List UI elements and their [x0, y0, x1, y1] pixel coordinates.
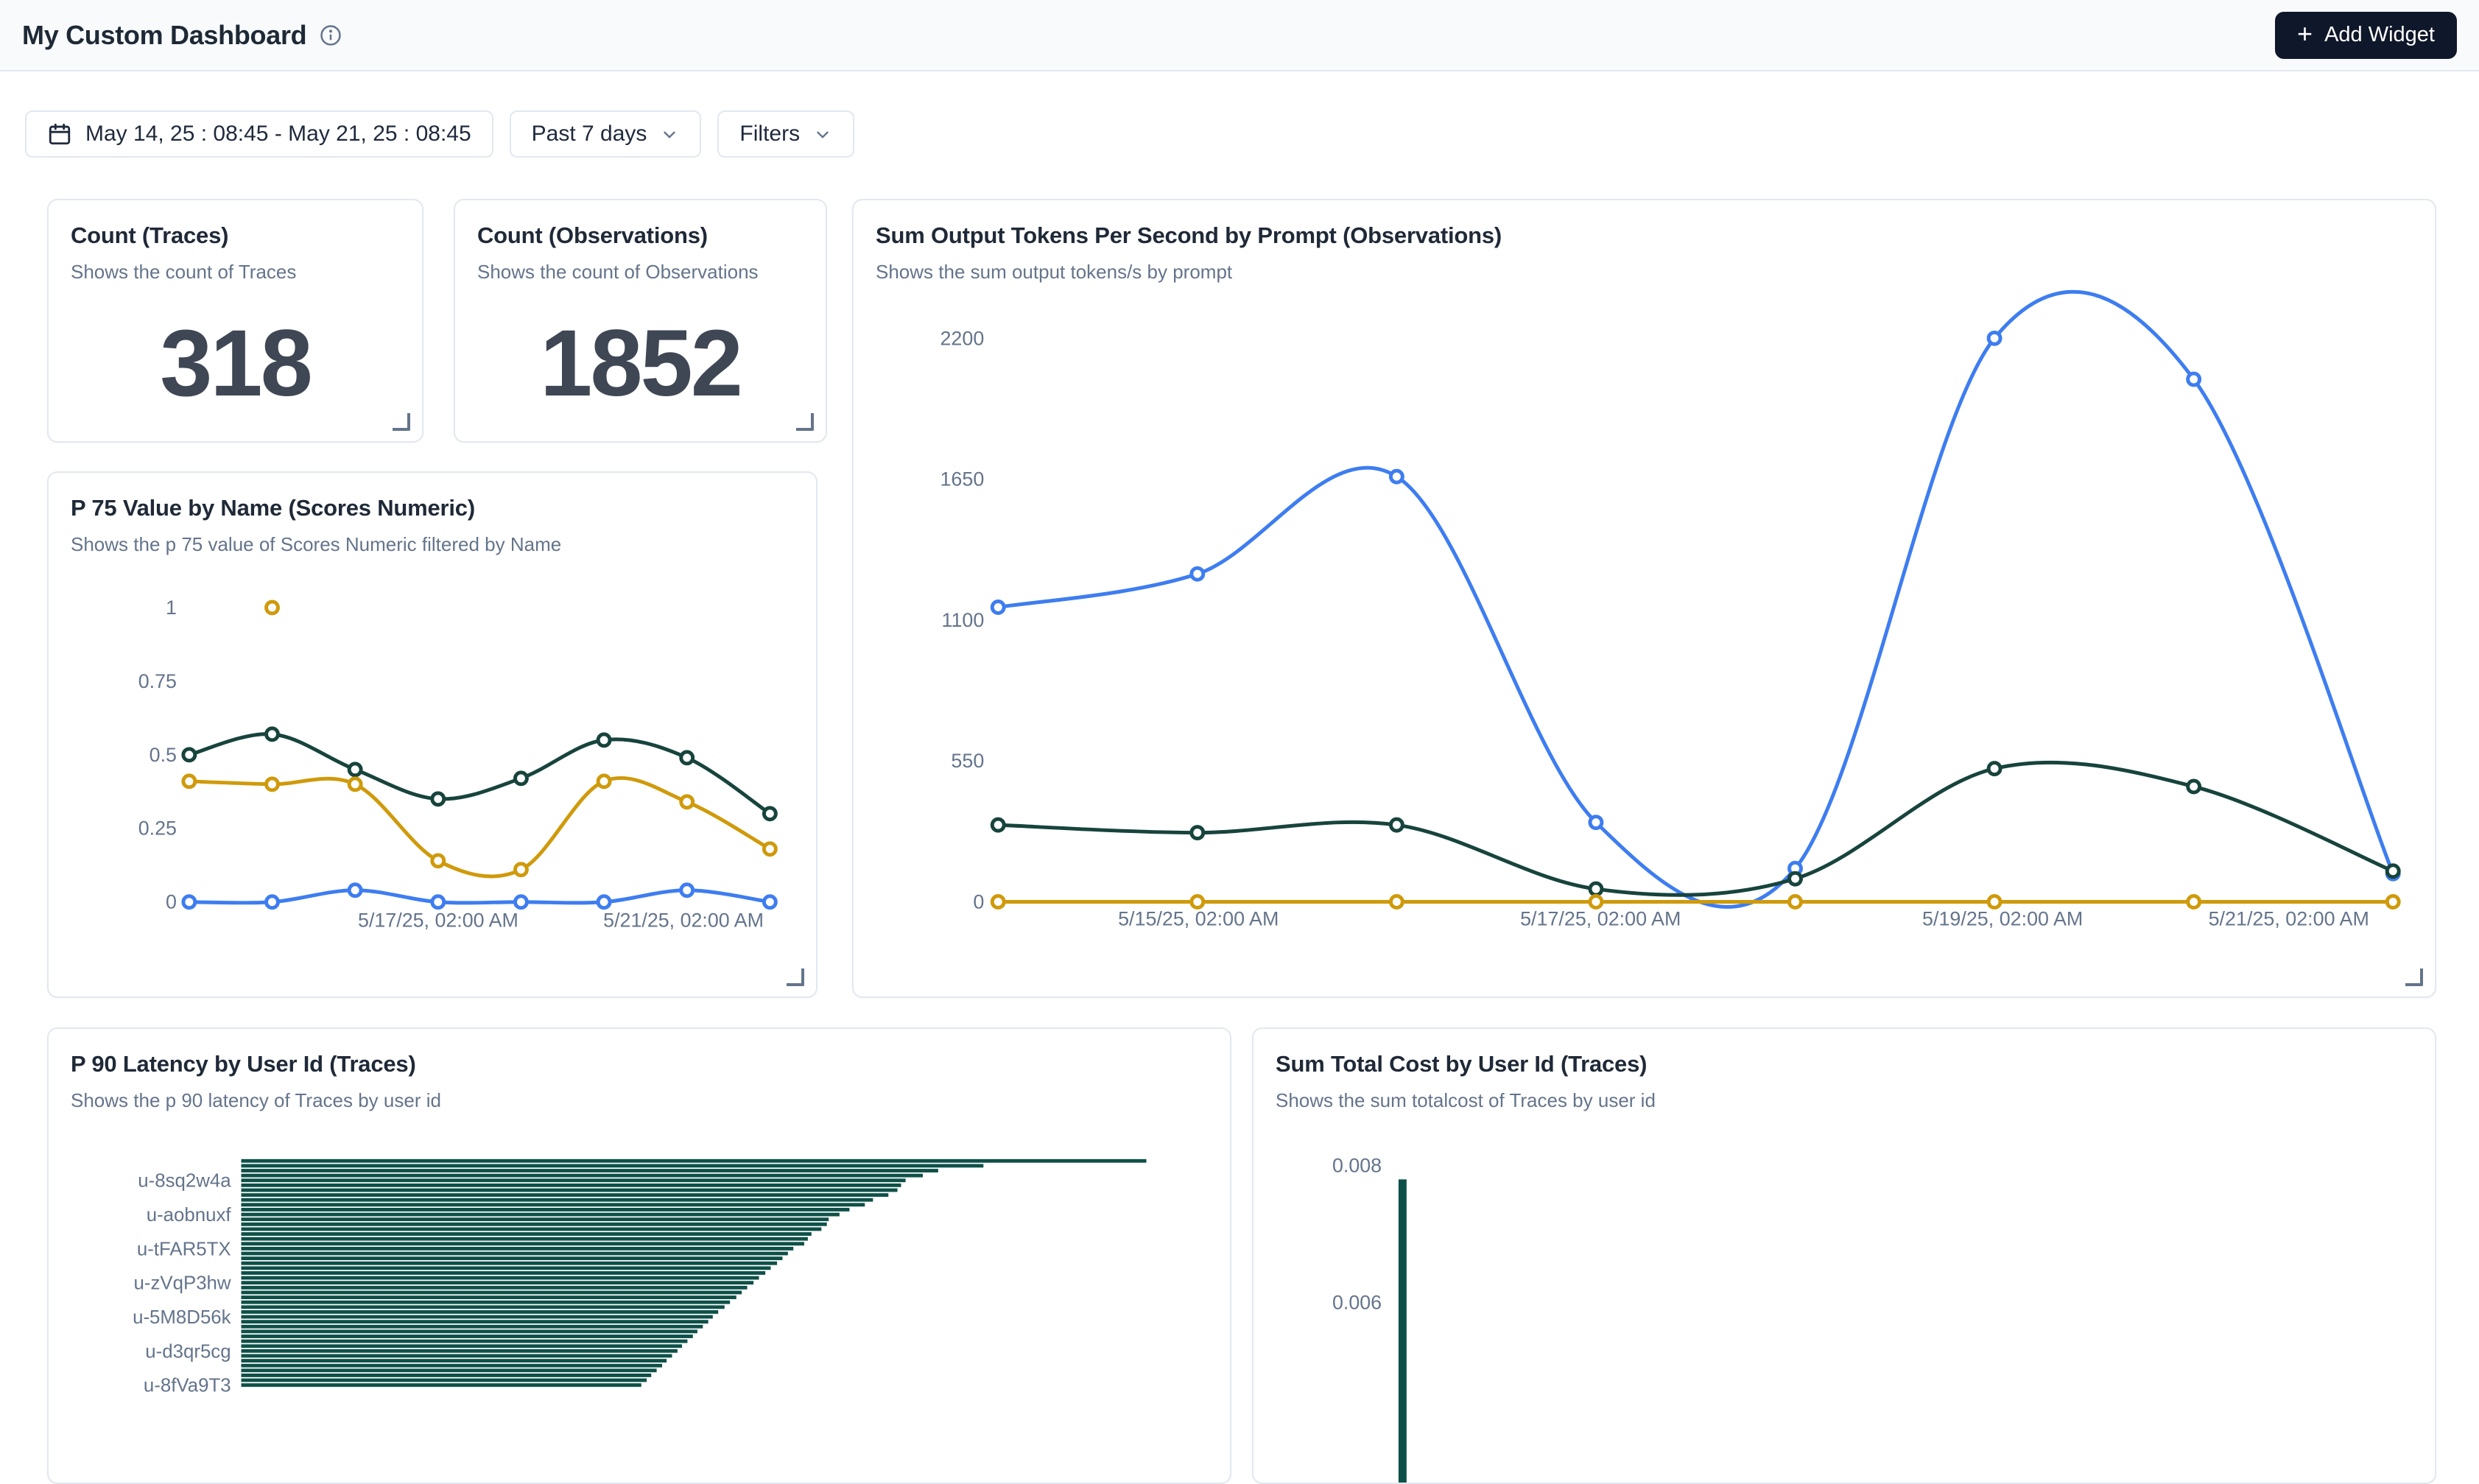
- widget-p90-chart: P 90 Latency by User Id (Traces) Shows t…: [47, 1027, 1231, 1484]
- count-traces-value: 318: [160, 309, 311, 418]
- widget-tokens-chart: Sum Output Tokens Per Second by Prompt (…: [852, 199, 2436, 998]
- svg-text:5/21/25, 02:00 AM: 5/21/25, 02:00 AM: [603, 910, 764, 932]
- widget-subtitle: Shows the p 75 value of Scores Numeric f…: [71, 533, 794, 556]
- date-range-value: May 14, 25 : 08:45 - May 21, 25 : 08:45: [85, 122, 471, 147]
- add-widget-label: Add Widget: [2324, 23, 2435, 47]
- widget-subtitle: Shows the sum output tokens/s by prompt: [876, 261, 2413, 284]
- svg-text:u-aobnuxf: u-aobnuxf: [147, 1205, 232, 1225]
- svg-text:5/15/25, 02:00 AM: 5/15/25, 02:00 AM: [1118, 907, 1279, 929]
- svg-text:5/21/25, 02:00 AM: 5/21/25, 02:00 AM: [2209, 907, 2369, 929]
- widget-title: Sum Output Tokens Per Second by Prompt (…: [876, 222, 2413, 249]
- svg-text:0: 0: [166, 891, 177, 913]
- resize-handle[interactable]: [2405, 968, 2423, 986]
- toolbar: May 14, 25 : 08:45 - May 21, 25 : 08:45 …: [25, 110, 854, 158]
- count-observations-value: 1852: [540, 309, 741, 418]
- header: My Custom Dashboard + Add Widget: [0, 0, 2479, 71]
- svg-text:u-8sq2w4a: u-8sq2w4a: [138, 1171, 231, 1192]
- svg-text:0.75: 0.75: [138, 670, 177, 692]
- svg-text:0.5: 0.5: [150, 744, 177, 766]
- add-widget-button[interactable]: + Add Widget: [2275, 12, 2457, 59]
- tokens-line-chart[interactable]: 0 550 1100 1650 2200 5/15/25, 02:00 AM 5/17/25…: [854, 200, 2435, 996]
- svg-text:5/17/25, 02:00 AM: 5/17/25, 02:00 AM: [358, 910, 518, 932]
- svg-text:u-5M8D56k: u-5M8D56k: [133, 1307, 231, 1328]
- plus-icon: +: [2297, 21, 2313, 47]
- filters-dropdown[interactable]: Filters: [717, 110, 854, 158]
- svg-text:u-d3qr5cg: u-d3qr5cg: [145, 1341, 231, 1362]
- svg-text:5/19/25, 02:00 AM: 5/19/25, 02:00 AM: [1922, 907, 2083, 929]
- widget-title: Sum Total Cost by User Id (Traces): [1276, 1051, 2413, 1077]
- resize-handle[interactable]: [393, 413, 410, 431]
- svg-text:u-tFAR5TX: u-tFAR5TX: [137, 1239, 231, 1259]
- widget-title: P 90 Latency by User Id (Traces): [71, 1051, 1208, 1077]
- svg-text:550: 550: [951, 750, 984, 772]
- chevron-down-icon: [813, 125, 832, 144]
- svg-text:0.25: 0.25: [138, 817, 177, 840]
- resize-handle[interactable]: [796, 413, 814, 431]
- page-title: My Custom Dashboard: [22, 20, 306, 51]
- svg-text:0.008: 0.008: [1332, 1155, 1382, 1177]
- widget-p75-chart: P 75 Value by Name (Scores Numeric) Show…: [47, 471, 817, 998]
- widget-subtitle: Shows the count of Traces: [71, 261, 400, 284]
- chevron-down-icon: [660, 125, 679, 144]
- svg-text:0.006: 0.006: [1332, 1292, 1382, 1314]
- calendar-icon: [47, 122, 72, 147]
- widget-title: Count (Observations): [477, 222, 804, 249]
- widget-subtitle: Shows the count of Observations: [477, 261, 804, 284]
- widget-title: P 75 Value by Name (Scores Numeric): [71, 495, 794, 521]
- svg-text:5/17/25, 02:00 AM: 5/17/25, 02:00 AM: [1520, 907, 1681, 929]
- widget-subtitle: Shows the p 90 latency of Traces by user…: [71, 1089, 1208, 1112]
- widget-count-traces: Count (Traces) Shows the count of Traces…: [47, 199, 423, 443]
- widget-cost-chart: Sum Total Cost by User Id (Traces) Shows…: [1252, 1027, 2436, 1484]
- filters-label: Filters: [739, 122, 800, 147]
- info-icon[interactable]: [320, 24, 342, 46]
- date-range-picker[interactable]: May 14, 25 : 08:45 - May 21, 25 : 08:45: [25, 110, 493, 158]
- svg-text:0: 0: [973, 890, 984, 912]
- svg-text:1: 1: [166, 597, 177, 619]
- widget-title: Count (Traces): [71, 222, 400, 249]
- svg-text:1100: 1100: [941, 609, 984, 631]
- svg-text:u-8fVa9T3: u-8fVa9T3: [144, 1376, 231, 1396]
- svg-text:2200: 2200: [940, 327, 984, 349]
- resize-handle[interactable]: [787, 968, 804, 986]
- date-preset-dropdown[interactable]: Past 7 days: [510, 110, 702, 158]
- widget-count-observations: Count (Observations) Shows the count of …: [454, 199, 827, 443]
- svg-text:u-zVqP3hw: u-zVqP3hw: [134, 1273, 231, 1294]
- date-preset-value: Past 7 days: [532, 122, 647, 147]
- widget-subtitle: Shows the sum totalcost of Traces by use…: [1276, 1089, 2413, 1112]
- svg-text:1650: 1650: [940, 468, 984, 490]
